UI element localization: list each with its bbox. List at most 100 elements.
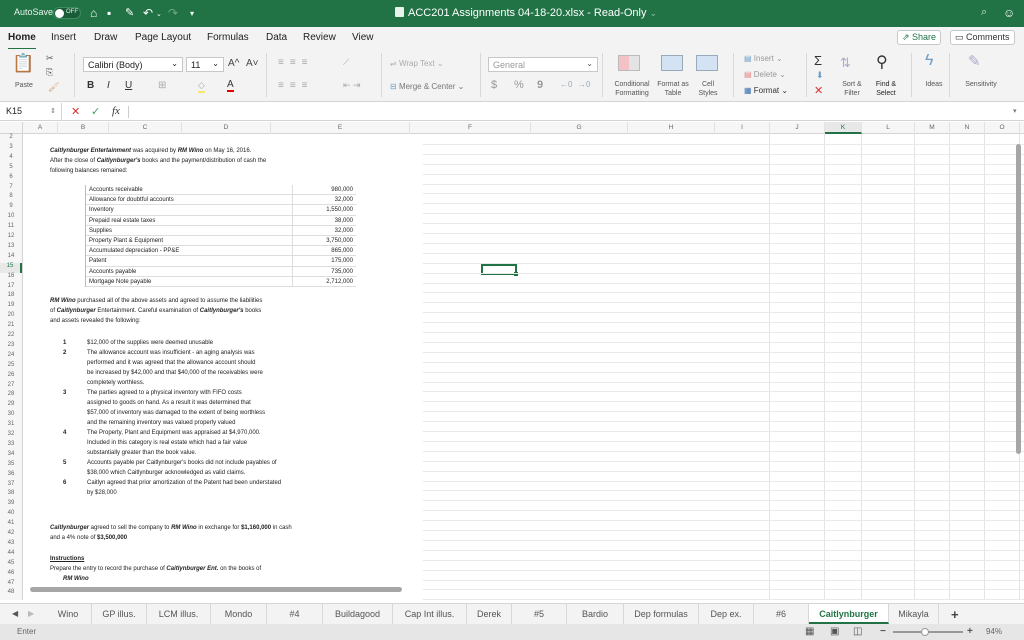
row-header-37[interactable]: 37 xyxy=(0,481,22,491)
row-header-6[interactable]: 6 xyxy=(0,174,22,184)
row-header-28[interactable]: 28 xyxy=(0,391,22,401)
column-header-a[interactable]: A xyxy=(23,122,58,134)
edit-save-icon[interactable]: ✎ xyxy=(125,6,134,19)
row-header-7[interactable]: 7 xyxy=(0,184,22,194)
conditional-formatting-button[interactable]: Conditional Formatting xyxy=(607,80,657,98)
sort-filter-icon[interactable]: ⇅ xyxy=(840,55,851,71)
orientation-icon[interactable]: ⟋ xyxy=(343,57,349,68)
row-header-8[interactable]: 8 xyxy=(0,193,22,203)
tab-draw[interactable]: Draw xyxy=(94,32,117,43)
row-header-42[interactable]: 42 xyxy=(0,530,22,540)
tab-insert[interactable]: Insert xyxy=(51,32,76,43)
row-header-33[interactable]: 33 xyxy=(0,441,22,451)
row-header-29[interactable]: 29 xyxy=(0,401,22,411)
row-header-24[interactable]: 24 xyxy=(0,352,22,362)
zoom-level[interactable]: 94% xyxy=(986,627,1002,636)
row-header-2[interactable]: 2 xyxy=(0,134,22,144)
tab-formulas[interactable]: Formulas xyxy=(207,32,249,43)
column-header-l[interactable]: L xyxy=(862,122,915,134)
format-painter-icon[interactable]: 🖌 xyxy=(48,82,59,93)
paste-label[interactable]: Paste xyxy=(15,82,33,89)
fill-color-icon[interactable]: ◇ xyxy=(198,80,205,93)
expand-formula-bar-icon[interactable]: ▾ xyxy=(1013,107,1017,115)
row-header-48[interactable]: 48 xyxy=(0,589,22,599)
sheet-tab[interactable]: LCM illus. xyxy=(147,604,211,624)
horizontal-scrollbar[interactable] xyxy=(30,587,402,592)
row-header-10[interactable]: 10 xyxy=(0,213,22,223)
row-header-9[interactable]: 9 xyxy=(0,203,22,213)
paste-icon[interactable]: 📋 xyxy=(12,53,34,74)
column-header-k[interactable]: K xyxy=(825,122,862,134)
cancel-icon[interactable]: ✕ xyxy=(71,105,80,118)
cell-styles-icon[interactable] xyxy=(696,55,718,71)
home-icon[interactable]: ⌂ xyxy=(90,6,97,20)
row-header-17[interactable]: 17 xyxy=(0,283,22,293)
increase-font-icon[interactable]: A^ xyxy=(228,58,239,69)
row-header-20[interactable]: 20 xyxy=(0,312,22,322)
sheet-tab[interactable]: #5 xyxy=(512,604,567,624)
tab-review[interactable]: Review xyxy=(303,32,336,43)
share-button[interactable]: ⇗ Share xyxy=(897,30,942,45)
row-header-15[interactable]: 15 xyxy=(0,262,22,273)
comments-button[interactable]: ▭ Comments xyxy=(950,30,1015,45)
zoom-in-button[interactable]: + xyxy=(967,626,973,637)
column-header-j[interactable]: J xyxy=(770,122,825,134)
row-header-21[interactable]: 21 xyxy=(0,322,22,332)
cell-styles-button[interactable]: Cell Styles xyxy=(693,80,723,98)
customize-toolbar-icon[interactable]: ▾ xyxy=(190,9,194,18)
row-header-16[interactable]: 16 xyxy=(0,273,22,283)
zoom-slider[interactable] xyxy=(893,628,963,636)
ideas-icon[interactable]: ϟ xyxy=(925,52,933,70)
normal-view-icon[interactable]: ▦ xyxy=(805,626,814,637)
format-as-table-icon[interactable] xyxy=(661,55,683,71)
decrease-font-icon[interactable]: A˅ xyxy=(246,58,259,69)
zoom-out-button[interactable]: − xyxy=(880,626,886,637)
italic-button[interactable]: I xyxy=(107,80,110,91)
save-icon[interactable]: ▪ xyxy=(107,6,111,20)
sheet-tab[interactable]: GP illus. xyxy=(92,604,147,624)
row-header-44[interactable]: 44 xyxy=(0,550,22,560)
sheet-tab[interactable]: #4 xyxy=(267,604,323,624)
sheet-tab[interactable]: Dep ex. xyxy=(699,604,754,624)
row-header-47[interactable]: 47 xyxy=(0,580,22,590)
row-header-14[interactable]: 14 xyxy=(0,253,22,263)
sensitivity-button[interactable]: Sensitivity xyxy=(956,80,1006,89)
row-header-5[interactable]: 5 xyxy=(0,164,22,174)
next-sheet-icon[interactable]: ▶ xyxy=(28,609,34,618)
sensitivity-icon[interactable]: ✎ xyxy=(968,52,981,70)
bold-button[interactable]: B xyxy=(87,80,94,91)
fill-icon[interactable]: ⬇ xyxy=(816,70,824,81)
previous-sheet-icon[interactable]: ◀ xyxy=(12,609,18,618)
clear-icon[interactable]: ✕ xyxy=(814,84,823,97)
chevron-down-icon[interactable]: ⌄ xyxy=(650,8,658,18)
column-header-p[interactable]: P xyxy=(1020,122,1024,134)
vertical-scrollbar[interactable] xyxy=(1016,144,1021,454)
row-header-43[interactable]: 43 xyxy=(0,540,22,550)
zoom-slider-thumb[interactable] xyxy=(921,628,929,636)
row-header-4[interactable]: 4 xyxy=(0,154,22,164)
sheet-tab[interactable]: #6 xyxy=(754,604,809,624)
font-color-icon[interactable]: A xyxy=(227,79,234,92)
row-header-12[interactable]: 12 xyxy=(0,233,22,243)
insert-cells-button[interactable]: ▤ Insert ⌄ xyxy=(744,54,783,63)
worksheet-grid[interactable]: Caitlynburger Entertainment was acquired… xyxy=(23,134,1024,600)
row-header-46[interactable]: 46 xyxy=(0,570,22,580)
row-header-40[interactable]: 40 xyxy=(0,510,22,520)
undo-dropdown-icon[interactable]: ⌄ xyxy=(156,10,162,18)
delete-cells-button[interactable]: ▤ Delete ⌄ xyxy=(744,70,786,79)
column-header-d[interactable]: D xyxy=(182,122,271,134)
row-header-18[interactable]: 18 xyxy=(0,292,22,302)
font-size-select[interactable]: 11 ⌄ xyxy=(186,57,224,72)
sheet-tab[interactable]: Caitlynburger xyxy=(809,604,889,624)
increase-decimal-icon[interactable]: ←0 xyxy=(560,80,572,89)
percent-button[interactable]: % xyxy=(514,79,524,91)
sheet-tab[interactable]: Derek xyxy=(467,604,512,624)
sheet-tab[interactable]: Mondo xyxy=(211,604,267,624)
formula-input[interactable] xyxy=(134,106,1004,118)
row-header-36[interactable]: 36 xyxy=(0,471,22,481)
row-header-41[interactable]: 41 xyxy=(0,520,22,530)
row-header-27[interactable]: 27 xyxy=(0,382,22,392)
cut-icon[interactable]: ✂ xyxy=(46,53,54,64)
row-header-13[interactable]: 13 xyxy=(0,243,22,253)
row-header-26[interactable]: 26 xyxy=(0,372,22,382)
